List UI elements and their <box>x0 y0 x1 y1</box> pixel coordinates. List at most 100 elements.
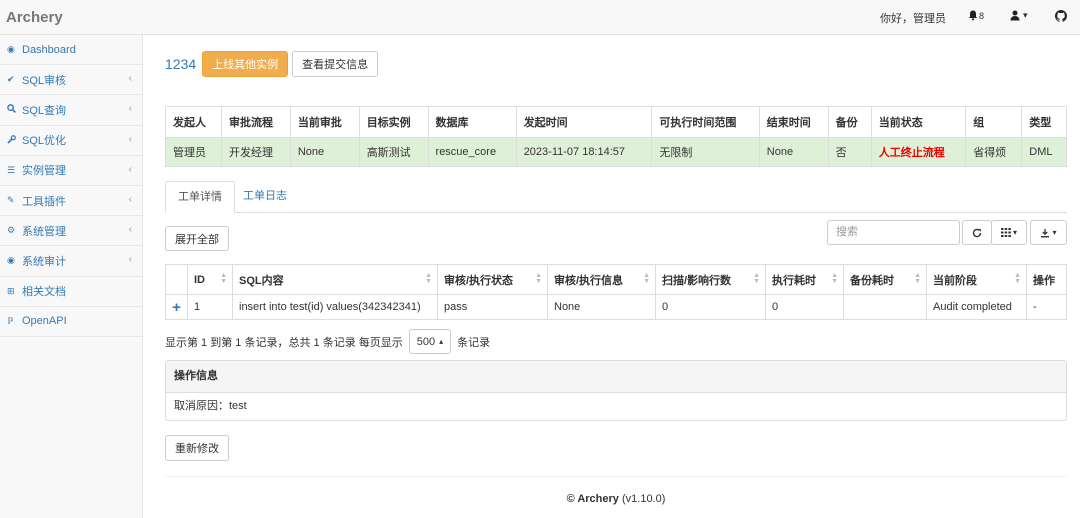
sidebar-item-sql-query[interactable]: SQL查询 ‹ <box>0 95 142 126</box>
refresh-icon <box>972 228 982 237</box>
chevron-left-icon: ‹ <box>128 73 132 85</box>
col-workflow: 审批流程 <box>221 106 291 138</box>
bell-icon <box>969 10 977 21</box>
col-target-instance: 目标实例 <box>359 106 429 138</box>
expand-all-button[interactable]: 展开全部 <box>165 226 229 251</box>
col-affected-rows[interactable]: 扫描/影响行数 ▲ ▼ <box>655 264 766 295</box>
page-size-select[interactable]: 500 ▴ <box>408 329 452 354</box>
col-id[interactable]: ID ▲ ▼ <box>187 264 233 295</box>
sidebar-item-sql-review[interactable]: ✔ SQL审核 ‹ <box>0 65 142 96</box>
col-status-label: 审核/执行状态 <box>444 274 514 287</box>
sort-icon: ▲ ▼ <box>643 272 650 285</box>
chevron-left-icon: ‹ <box>128 163 132 175</box>
sidebar-item-tools[interactable]: ✎ 工具插件 ‹ <box>0 186 142 217</box>
chevron-left-icon: ‹ <box>128 193 132 205</box>
sidebar-item-label: SQL审核 <box>22 74 67 87</box>
sidebar-item-sql-optimize[interactable]: SQL优化 ‹ <box>0 126 142 156</box>
cell-group: 省得烦 <box>965 137 1023 167</box>
sort-icon: ▲ ▼ <box>220 272 227 285</box>
pagination: 显示第 1 到第 1 条记录，总共 1 条记录 每页显示 500 ▴ 条记录 <box>165 329 490 354</box>
sort-icon: ▲ ▼ <box>914 272 921 285</box>
sidebar-item-system-mgmt[interactable]: ⚙ 系统管理 ‹ <box>0 216 142 247</box>
caret-down-icon: ▾ <box>1012 228 1017 237</box>
api-icon: ℙ <box>7 315 14 326</box>
github-icon <box>1055 10 1067 22</box>
sort-icon: ▲ ▼ <box>535 272 542 285</box>
eye-icon: ◉ <box>7 255 15 266</box>
operation-info-panel: 操作信息 取消原因：test <box>165 360 1067 421</box>
col-backup-time[interactable]: 备份耗时 ▲ ▼ <box>843 264 927 295</box>
sidebar-item-dashboard[interactable]: ◉ Dashboard <box>0 35 142 66</box>
sort-icon: ▲ ▼ <box>831 272 838 285</box>
github-link[interactable] <box>1055 10 1067 22</box>
sidebar-item-system-audit[interactable]: ◉ 系统审计 ‹ <box>0 246 142 277</box>
col-exec-time[interactable]: 执行耗时 ▲ ▼ <box>765 264 844 295</box>
sidebar: ◉ Dashboard ✔ SQL审核 ‹ SQL查询 ‹ SQL优化 ‹ ☰ 实例管理 ‹ … <box>0 35 143 518</box>
sidebar-item-docs[interactable]: ⊞ 相关文档 <box>0 277 142 307</box>
col-backup: 备份 <box>828 106 872 138</box>
grid-icon <box>1000 228 1011 237</box>
sidebar-item-label: 实例管理 <box>22 165 66 178</box>
brand-logo[interactable]: Archery <box>6 9 63 26</box>
sidebar-item-label: Dashboard <box>22 43 76 56</box>
user-menu[interactable]: ▾ <box>1010 10 1028 21</box>
tab-log[interactable]: 工单日志 <box>231 181 299 213</box>
cell-workflow: 开发经理 <box>221 137 291 167</box>
col-database: 数据库 <box>428 106 517 138</box>
sidebar-item-instance-mgmt[interactable]: ☰ 实例管理 ‹ <box>0 156 142 186</box>
columns-toggle-button[interactable]: ▾ <box>991 220 1027 245</box>
sort-icon: ▲ ▼ <box>753 272 760 285</box>
refresh-button[interactable] <box>962 220 992 245</box>
footer: © Archery (v1.10.0) <box>165 476 1067 505</box>
col-status: 当前状态 <box>871 106 967 138</box>
col-audit-status[interactable]: 审核/执行状态 ▲ ▼ <box>437 264 548 295</box>
col-action: 操作 <box>1026 264 1067 295</box>
notification-bell[interactable]: 8 <box>968 10 984 21</box>
col-stage[interactable]: 当前阶段 ▲ ▼ <box>926 264 1027 295</box>
tab-detail[interactable]: 工单详情 <box>165 181 235 213</box>
sort-icon: ▲ ▼ <box>1014 272 1021 285</box>
cogs-icon: ⚙ <box>7 225 16 236</box>
search-input[interactable]: 搜索 <box>827 220 960 245</box>
online-other-instance-button[interactable]: 上线其他实例 <box>202 51 289 77</box>
detail-tabs: 工单详情 工单日志 <box>165 181 1067 213</box>
download-icon <box>1041 228 1050 237</box>
col-start-time: 发起时间 <box>516 106 653 138</box>
sitemap-icon: ⊞ <box>7 285 15 296</box>
cell-audit-status: pass <box>437 294 548 320</box>
user-icon <box>1010 10 1020 21</box>
cell-affected-rows: 0 <box>655 294 766 320</box>
col-exec-window: 可执行时间范围 <box>651 106 760 138</box>
remodify-button[interactable]: 重新修改 <box>165 435 229 461</box>
table-row: + 1 insert into test(id) values(34234234… <box>165 294 1067 320</box>
col-backup-label: 备份耗时 <box>850 274 894 287</box>
sidebar-item-openapi[interactable]: ℙ OpenAPI <box>0 307 142 337</box>
cell-end-time: None <box>759 137 829 167</box>
cell-target-instance: 高斯测试 <box>359 137 429 167</box>
view-submission-button[interactable]: 查看提交信息 <box>292 51 379 77</box>
cell-exec-window: 无限制 <box>651 137 760 167</box>
wrench-icon <box>7 134 19 146</box>
chevron-left-icon: ‹ <box>128 133 132 145</box>
cell-start-time: 2023-11-07 18:14:57 <box>516 137 653 167</box>
col-audit-info[interactable]: 审核/执行信息 ▲ ▼ <box>547 264 656 295</box>
expand-row-button[interactable]: + <box>165 294 188 320</box>
col-rows-label: 扫描/影响行数 <box>662 274 732 287</box>
greeting-text: 你好，管理员 <box>880 13 946 25</box>
page-size-value: 500 <box>416 335 436 348</box>
top-navbar: Archery 你好，管理员 8 ▾ <box>0 0 1080 35</box>
panel-title: 操作信息 <box>166 361 1066 393</box>
col-sql-content[interactable]: SQL内容 ▲ ▼ <box>232 264 438 295</box>
cell-type: DML <box>1021 137 1067 167</box>
caret-down-icon: ▾ <box>1052 228 1057 237</box>
sidebar-item-label: SQL查询 <box>22 104 67 117</box>
cell-action: - <box>1033 301 1037 313</box>
greeting[interactable]: 你好，管理员 <box>880 10 946 26</box>
col-end-time: 结束时间 <box>759 106 829 138</box>
col-sql-label: SQL内容 <box>239 274 284 287</box>
footer-version: (v1.10.0) <box>621 493 666 505</box>
sidebar-item-label: 相关文档 <box>22 286 66 299</box>
export-button[interactable]: ▾ <box>1030 220 1067 245</box>
sidebar-item-label: SQL优化 <box>22 135 67 148</box>
table-header-row: 发起人 审批流程 当前审批 目标实例 数据库 发起时间 可执行时间范围 结束时间… <box>165 106 1067 138</box>
